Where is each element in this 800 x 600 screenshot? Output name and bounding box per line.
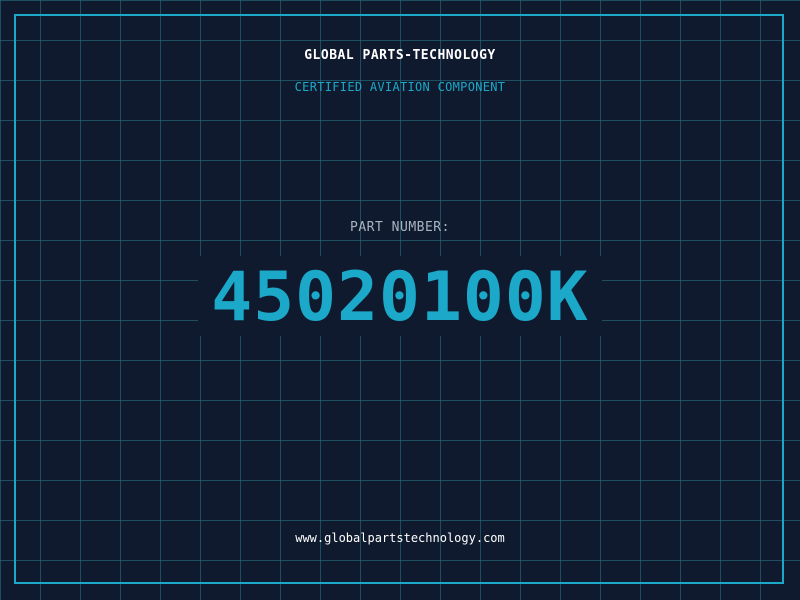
website-url: www.globalpartstechnology.com	[295, 531, 505, 545]
product-label-page: GLOBAL PARTS-TECHNOLOGY CERTIFIED AVIATI…	[0, 0, 800, 600]
part-number-label: PART NUMBER:	[350, 220, 450, 235]
brand-tagline: CERTIFIED AVIATION COMPONENT	[294, 80, 506, 94]
part-number-value: 45020100K	[211, 258, 589, 337]
brand-name: GLOBAL PARTS-TECHNOLOGY	[304, 48, 496, 63]
